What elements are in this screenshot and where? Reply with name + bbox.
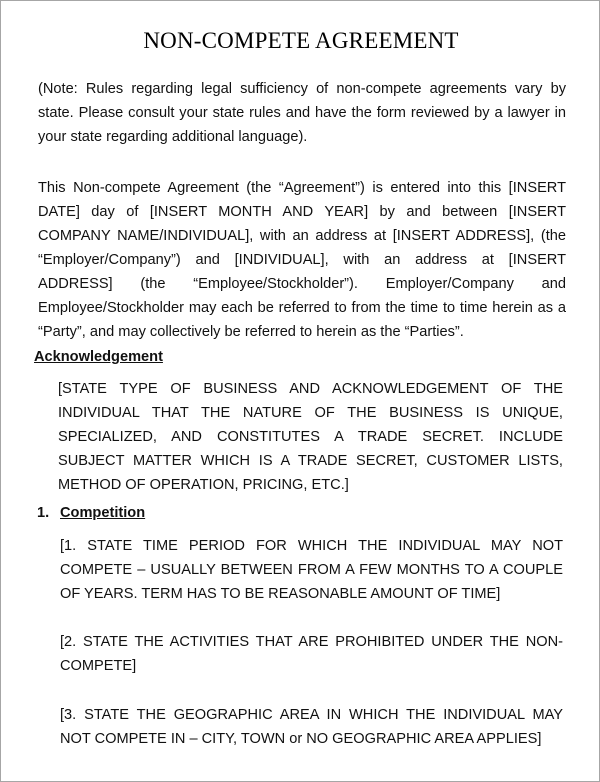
competition-heading: 1. Competition	[37, 505, 145, 521]
acknowledgement-body: [STATE TYPE OF BUSINESS AND ACKNOWLEDGEM…	[58, 381, 563, 493]
note-paragraph: (Note: Rules regarding legal sufficiency…	[38, 81, 566, 145]
section-label: Competition	[60, 505, 146, 521]
section-number: 1.	[37, 505, 50, 521]
intro-paragraph: This Non-compete Agreement (the “Agreeme…	[38, 180, 566, 340]
acknowledgement-heading: Acknowledgement	[34, 349, 163, 365]
document-title: NON-COMPETE AGREEMENT	[143, 28, 459, 53]
document-page: NON-COMPETE AGREEMENT (Note: Rules regar…	[0, 0, 600, 782]
competition-item: [3. STATE THE GEOGRAPHIC AREA IN WHICH T…	[60, 707, 563, 747]
competition-item: [1. STATE TIME PERIOD FOR WHICH THE INDI…	[60, 538, 563, 602]
competition-item: [2. STATE THE ACTIVITIES THAT ARE PROHIB…	[60, 634, 563, 674]
